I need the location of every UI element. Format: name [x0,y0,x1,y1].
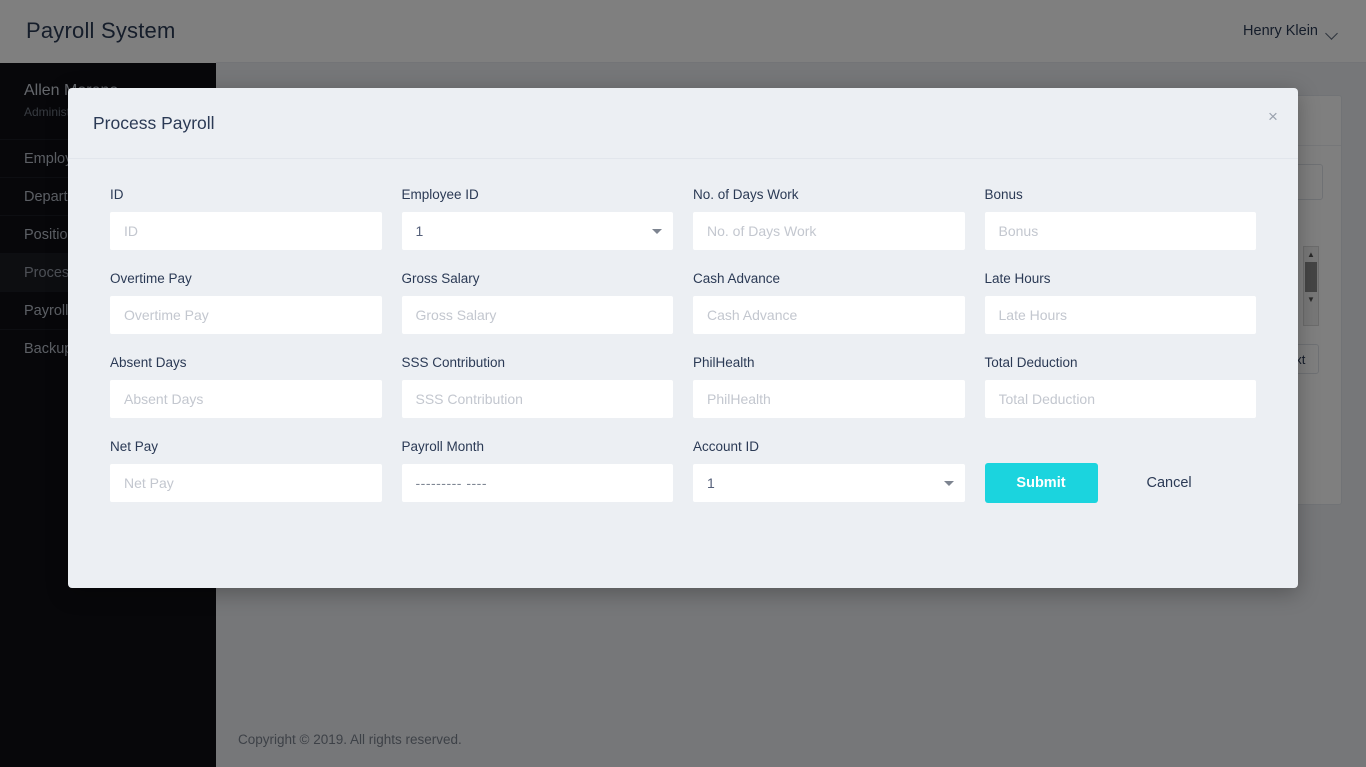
field-label-late-hours: Late Hours [984,271,1051,286]
field-label-gross-salary: Gross Salary [401,271,480,286]
field-id: ID [110,187,382,250]
field-label-account-id: Account ID [693,439,760,454]
field-philhealth: PhilHealth [693,355,965,418]
field-total-deduction: Total Deduction [984,355,1256,418]
field-employee-id: Employee ID [401,187,673,250]
total-deduction-input[interactable] [984,380,1256,418]
payroll-month-input[interactable] [401,464,673,502]
employee-id-select-wrap [401,212,673,250]
field-label-id: ID [110,187,124,202]
account-id-select[interactable] [693,464,965,502]
field-payroll-month: Payroll Month [401,439,673,503]
close-icon[interactable]: × [1262,105,1284,127]
id-input[interactable] [110,212,382,250]
cash-advance-input[interactable] [693,296,965,334]
field-label-cash-advance: Cash Advance [693,271,781,286]
field-label-payroll-month: Payroll Month [401,439,485,454]
cancel-button[interactable]: Cancel [1141,474,1198,492]
net-pay-input[interactable] [110,464,382,502]
process-payroll-modal: Process Payroll × ID Employee ID No. of … [68,88,1298,588]
modal-title: Process Payroll [93,112,215,133]
field-sss-contribution: SSS Contribution [401,355,673,418]
modal-header: Process Payroll × [68,88,1298,159]
bonus-input[interactable] [984,212,1256,250]
field-label-total-deduction: Total Deduction [984,355,1078,370]
gross-salary-input[interactable] [401,296,673,334]
field-overtime-pay: Overtime Pay [110,271,382,334]
payroll-form-grid: ID Employee ID No. of Days Work Bonus [110,187,1256,524]
field-account-id: Account ID [693,439,965,503]
field-label-philhealth: PhilHealth [693,355,755,370]
field-gross-salary: Gross Salary [401,271,673,334]
field-no-of-days-work: No. of Days Work [693,187,965,250]
field-late-hours: Late Hours [984,271,1256,334]
field-label-sss-contribution: SSS Contribution [401,355,506,370]
field-label-employee-id: Employee ID [401,187,479,202]
modal-body: ID Employee ID No. of Days Work Bonus [68,159,1298,524]
no-of-days-work-input[interactable] [693,212,965,250]
philhealth-input[interactable] [693,380,965,418]
field-cash-advance: Cash Advance [693,271,965,334]
overtime-pay-input[interactable] [110,296,382,334]
field-label-absent-days: Absent Days [110,355,187,370]
field-label-net-pay: Net Pay [110,439,159,454]
field-label-no-of-days-work: No. of Days Work [693,187,799,202]
account-id-select-wrap [693,464,965,502]
modal-actions-cell: Submit Cancel [984,439,1257,503]
sss-contribution-input[interactable] [401,380,673,418]
modal-actions: Submit Cancel [984,439,1257,503]
field-bonus: Bonus [984,187,1256,250]
absent-days-input[interactable] [110,380,382,418]
field-label-overtime-pay: Overtime Pay [110,271,192,286]
field-label-bonus: Bonus [984,187,1023,202]
field-absent-days: Absent Days [110,355,382,418]
employee-id-select[interactable] [401,212,673,250]
late-hours-input[interactable] [984,296,1256,334]
submit-button[interactable]: Submit [984,463,1098,503]
field-net-pay: Net Pay [110,439,382,503]
